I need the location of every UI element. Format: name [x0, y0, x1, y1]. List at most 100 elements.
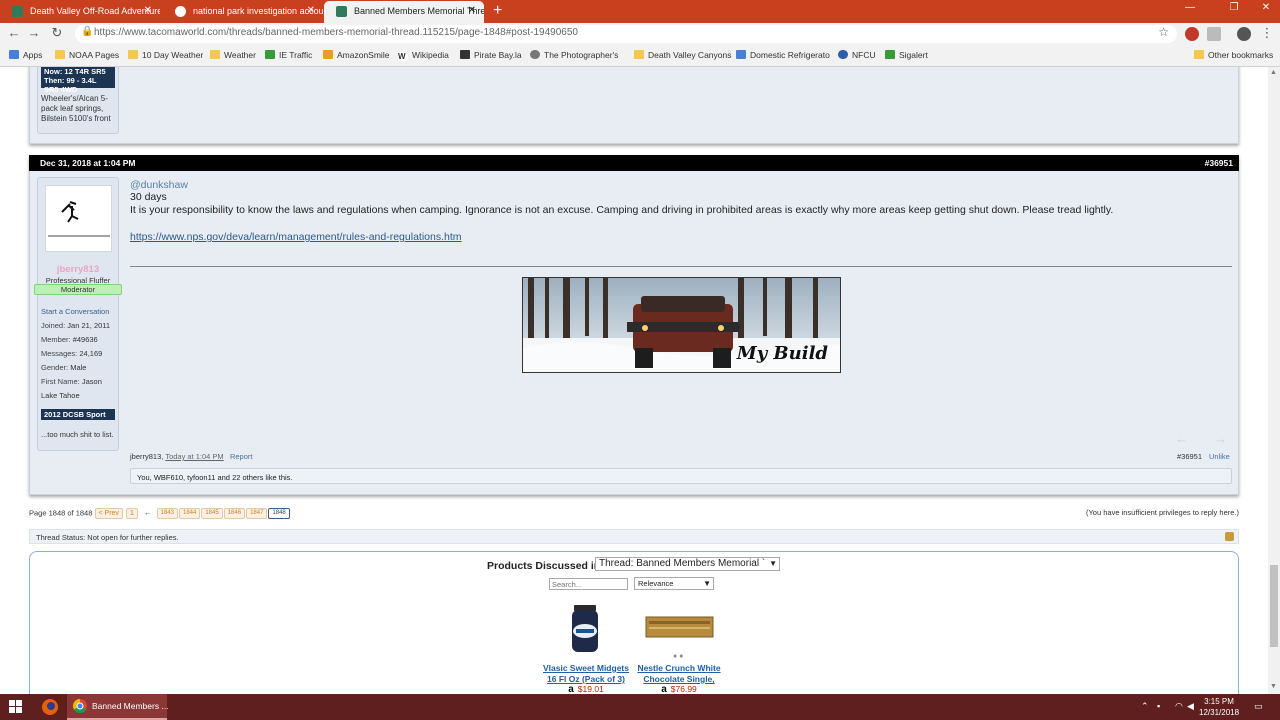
firefox-icon[interactable]	[40, 697, 60, 717]
taskbar-chrome-window[interactable]: Banned Members ...	[67, 694, 169, 720]
amazon-logo-icon: a	[661, 684, 667, 694]
footer-post-number[interactable]: #36951	[1177, 452, 1202, 461]
tab-strip: Death Valley Off-Road Adventure ✕ nation…	[0, 0, 1280, 23]
profile-avatar[interactable]	[1237, 27, 1251, 41]
avatar[interactable]	[45, 185, 112, 252]
minimize-icon[interactable]: —	[1175, 2, 1205, 13]
previous-post	[29, 67, 1239, 144]
bookmark-amazonsmile[interactable]: AmazonSmile	[323, 50, 389, 60]
scroll-up-icon[interactable]: ▲	[1270, 69, 1277, 76]
previous-post-arrow-icon[interactable]: ←	[1175, 431, 1188, 446]
tab-title: Banned Members Memorial Thre	[354, 6, 484, 16]
scroll-down-icon[interactable]: ▼	[1270, 683, 1277, 690]
cast-icon[interactable]	[1207, 27, 1221, 41]
page-link-first[interactable]: 1	[126, 508, 138, 519]
post-footer: jberry813, Today at 1:04 PM Report	[130, 452, 252, 461]
browser-toolbar: ← → ↻ 🔒 https://www.tacomaworld.com/thre…	[0, 23, 1280, 45]
extension-icon[interactable]	[1185, 27, 1199, 41]
bookmark-photographer[interactable]: The Photographer's	[530, 50, 618, 60]
address-bar[interactable]: 🔒 https://www.tacomaworld.com/threads/ba…	[75, 25, 1177, 43]
bookmark-domestic[interactable]: Domestic Refrigerato	[736, 50, 830, 60]
bookmark-noaa[interactable]: NOAA Pages	[55, 50, 119, 60]
pickle-jar-image[interactable]	[570, 605, 600, 653]
thread-select[interactable]: Thread: Banned Members Memorial ` ▼	[595, 557, 780, 571]
page-link[interactable]: 1846	[223, 508, 246, 519]
vehicle-badge: 2012 DCSB Sport	[41, 409, 115, 420]
sort-select[interactable]: Relevance ▼	[634, 577, 714, 590]
thread-status: Thread Status: Not open for further repl…	[29, 529, 1239, 544]
tab-title: national park investigation accou	[193, 6, 323, 16]
close-tab-icon[interactable]: ✕	[468, 1, 476, 21]
post-timestamp[interactable]: Today at 1:04 PM	[165, 452, 223, 461]
product-link[interactable]: Nestle Crunch White Chocolate Single,	[634, 663, 724, 685]
thread-status-label: Thread Status:	[36, 533, 86, 542]
joined-info: Joined: Jan 21, 2011	[41, 321, 111, 330]
thread-status-value: Not open for further replies.	[87, 533, 179, 542]
post-author[interactable]: jberry813	[37, 264, 119, 275]
menu-kebab-icon[interactable]: ⋮	[1258, 24, 1276, 42]
chocolate-bar-image[interactable]	[645, 615, 715, 639]
post-date: Dec 31, 2018 at 1:04 PM	[40, 158, 136, 168]
tab-death-valley[interactable]: Death Valley Off-Road Adventure ✕	[0, 1, 160, 23]
tray-app-icon[interactable]: ▪	[1157, 701, 1160, 711]
product-search-input[interactable]	[549, 578, 628, 590]
reply-privilege-note: (You have insufficient privileges to rep…	[1085, 508, 1239, 517]
reload-icon[interactable]: ↻	[48, 24, 66, 42]
report-link[interactable]: Report	[230, 452, 253, 461]
bookmark-piratebay[interactable]: Pirate Bay.la	[460, 50, 522, 60]
carousel-dots[interactable]: ● ●	[673, 653, 683, 660]
windows-start-icon[interactable]	[9, 700, 22, 713]
previous-user-block: Now: 12 T4R SR5 Then: 99 - 3.4L SR5 4WD …	[37, 67, 119, 134]
current-page[interactable]: 1848	[268, 508, 290, 519]
wifi-icon[interactable]: ◠	[1175, 701, 1183, 712]
footer-author[interactable]: jberry813,	[130, 452, 163, 461]
lock-icon: 🔒	[81, 26, 94, 37]
page-link[interactable]: 1843	[156, 508, 178, 519]
forward-icon[interactable]: →	[25, 24, 43, 42]
tab-google-search[interactable]: national park investigation accou ✕	[163, 1, 323, 23]
bookmark-10day[interactable]: 10 Day Weather	[128, 50, 203, 60]
folder-icon	[55, 50, 65, 59]
notifications-icon[interactable]: ▭	[1254, 701, 1263, 712]
bookmark-dv-canyons[interactable]: Death Valley Canyons	[634, 50, 731, 60]
likes-summary[interactable]: You, WBF610, tyfoon11 and 22 others like…	[130, 468, 1232, 484]
bookmark-weather[interactable]: Weather	[210, 50, 256, 60]
bookmark-other[interactable]: Other bookmarks	[1194, 50, 1273, 60]
back-icon[interactable]: ←	[5, 24, 23, 42]
page-scrollbar[interactable]: ▲ ▼	[1268, 67, 1280, 694]
prev-page-button[interactable]: < Prev	[94, 508, 123, 519]
post-permalink[interactable]: #36951	[1205, 158, 1233, 168]
page-link[interactable]: 1847	[246, 508, 268, 519]
mention-link[interactable]: @dunkshaw	[130, 179, 1230, 191]
signature-banner[interactable]: My Build	[522, 277, 841, 373]
moderator-badge: Moderator	[34, 284, 122, 295]
new-tab-button[interactable]: +	[493, 1, 502, 21]
product-link[interactable]: Vlasic Sweet Midgets 16 Fl Oz (Pack of 3…	[541, 663, 631, 685]
messages-info: Messages: 24,169	[41, 349, 103, 358]
taskbar-clock[interactable]: 3:15 PM 12/31/2018	[1199, 696, 1239, 718]
product-price: a $19.01	[568, 684, 604, 694]
page-jump-icon[interactable]: ←	[144, 508, 152, 517]
bookmark-sigalert[interactable]: Sigalert	[885, 50, 928, 60]
bookmark-star-icon[interactable]: ☆	[1158, 25, 1169, 39]
bookmark-wikipedia[interactable]: W Wikipedia	[398, 50, 449, 61]
unlike-link[interactable]: Unlike	[1209, 452, 1230, 461]
page-link[interactable]: 1844	[178, 508, 201, 519]
nps-rules-link[interactable]: https://www.nps.gov/deva/learn/managemen…	[130, 231, 1230, 243]
ship-icon	[460, 50, 470, 59]
products-discussed-panel: Products Discussed in Thread: Banned Mem…	[29, 551, 1239, 694]
restore-icon[interactable]: ❐	[1219, 2, 1249, 13]
close-tab-icon[interactable]: ✕	[307, 1, 315, 21]
close-tab-icon[interactable]: ✕	[144, 1, 152, 21]
bookmark-nfcu[interactable]: NFCU	[838, 50, 876, 60]
next-post-arrow-icon[interactable]: →	[1214, 431, 1227, 446]
page-link[interactable]: 1845	[201, 508, 223, 519]
bookmark-ie-traffic[interactable]: IE Traffic	[265, 50, 312, 60]
tray-chevron-icon[interactable]: ⌃	[1141, 701, 1149, 712]
tab-banned-members[interactable]: Banned Members Memorial Thre ✕	[324, 1, 484, 23]
bookmark-apps[interactable]: Apps	[9, 50, 42, 60]
start-conversation-link[interactable]: Start a Conversation	[41, 307, 109, 316]
window-close-icon[interactable]: ✕	[1251, 2, 1280, 13]
volume-icon[interactable]: ◀	[1187, 701, 1194, 712]
scrollbar-thumb[interactable]	[1270, 565, 1278, 647]
